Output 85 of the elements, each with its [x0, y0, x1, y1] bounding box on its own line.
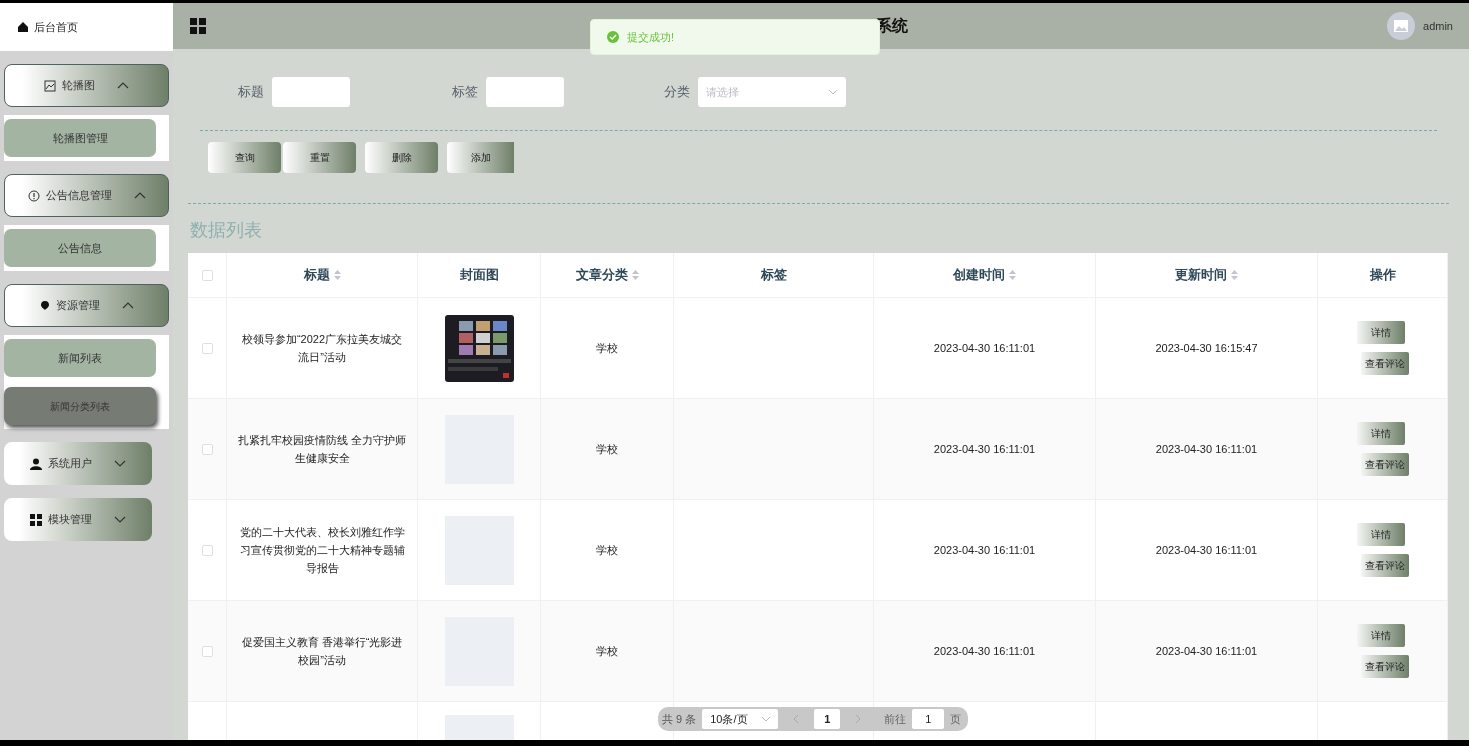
action-button[interactable]: 删除 [365, 142, 438, 173]
row-checkbox[interactable] [201, 645, 213, 657]
filter-label: 标题 [238, 83, 264, 102]
page-size-select[interactable]: 10条/页 [702, 709, 779, 729]
sort-icon[interactable] [1231, 270, 1238, 280]
info-icon [27, 189, 40, 202]
select-all-checkbox[interactable] [201, 269, 213, 281]
row-checkbox[interactable] [201, 544, 213, 556]
success-icon [607, 31, 619, 43]
comments-button[interactable]: 查看评论 [1360, 655, 1409, 678]
avatar[interactable] [1387, 12, 1416, 40]
sort-icon[interactable] [631, 270, 639, 280]
submenu-item[interactable]: 新闻列表 [4, 339, 156, 377]
table-cell-text: 校领导参加“2022广东拉美友城交流日”活动 [240, 332, 404, 365]
chevron-down-icon [762, 716, 771, 722]
details-button[interactable]: 详情 [1356, 624, 1405, 647]
goto-label: 前往 [884, 711, 907, 727]
table-cell-text: 促爱国主义教育 香港举行“光影进校园”活动 [240, 635, 404, 668]
column-header[interactable]: 文章分类 [575, 265, 639, 285]
menu-item[interactable]: 模块管理 [4, 498, 152, 541]
table-cell-text: 学校 [596, 542, 618, 558]
table-cell-text: 2023-04-30 16:11:01 [933, 340, 1036, 356]
comments-button[interactable]: 查看评论 [1360, 453, 1409, 476]
table-cell-text: 2023-04-30 16:15:47 [1155, 340, 1258, 356]
column-header: 封面图 [459, 266, 499, 285]
username: admin [1423, 18, 1453, 34]
column-header[interactable]: 标题 [303, 265, 341, 285]
action-button[interactable]: 添加 [447, 142, 514, 173]
column-header: 标签 [760, 266, 787, 285]
chevron-right-icon [855, 715, 861, 723]
menu-item[interactable]: 系统用户 [4, 442, 152, 485]
input-field[interactable] [272, 77, 350, 107]
image-icon [44, 79, 56, 92]
details-button[interactable]: 详情 [1356, 321, 1405, 344]
menu-item[interactable]: 公告信息管理 [4, 174, 169, 217]
sort-icon[interactable] [333, 270, 341, 280]
menu-item[interactable]: 资源管理 [4, 284, 169, 327]
home-icon [18, 22, 28, 32]
action-button[interactable]: 查询 [208, 142, 281, 173]
chevron-left-icon [793, 715, 799, 723]
chevron-up-icon [133, 191, 146, 200]
table-cell-text: 2023-04-30 16:11:01 [933, 542, 1036, 558]
filter-label: 分类 [664, 83, 690, 102]
table-cell-text: 学校 [596, 643, 618, 659]
table-cell-text: 2023-04-30 16:11:01 [1155, 542, 1258, 558]
table-cell-text: 扎紧扎牢校园疫情防线 全力守护师生健康安全 [237, 433, 407, 466]
chevron-down-icon [114, 515, 126, 524]
chevron-up-icon [117, 81, 129, 90]
submenu-item[interactable]: 公告信息 [4, 229, 156, 267]
chevron-down-icon [828, 89, 838, 95]
table-cell-text: 2023-04-30 16:11:01 [933, 643, 1036, 659]
menu-icon [190, 18, 206, 34]
toast-message: 提交成功! [627, 29, 675, 45]
table-cell-text: 2023-04-30 16:11:01 [1155, 643, 1258, 659]
table-cell-text: 学校 [596, 340, 618, 356]
chevron-up-icon [121, 301, 134, 310]
table-cell-text: 2023-04-30 16:11:01 [1155, 441, 1258, 457]
user-icon [30, 457, 42, 470]
comments-button[interactable]: 查看评论 [1360, 554, 1409, 577]
action-button[interactable]: 重置 [283, 142, 356, 173]
pin-icon [39, 300, 50, 311]
column-header: 操作 [1369, 266, 1396, 285]
submenu-item[interactable]: 轮播图管理 [4, 119, 156, 157]
page-suffix: 页 [950, 711, 962, 727]
row-checkbox[interactable] [201, 443, 213, 455]
grid-icon [30, 513, 42, 526]
details-button[interactable]: 详情 [1356, 523, 1405, 546]
sort-icon[interactable] [1009, 270, 1016, 280]
details-button[interactable]: 详情 [1356, 422, 1405, 445]
section-title: 数据列表 [190, 219, 263, 242]
filter-label: 标签 [452, 83, 478, 102]
column-header[interactable]: 创建时间 [953, 265, 1016, 285]
home-link[interactable]: 后台首页 [0, 3, 173, 51]
table-cell-text: 2023-04-30 16:11:01 [933, 441, 1036, 457]
input-field[interactable] [486, 77, 564, 107]
chevron-down-icon [114, 459, 126, 468]
goto-page-field[interactable]: 1 [912, 709, 945, 729]
row-checkbox[interactable] [201, 342, 213, 354]
column-header[interactable]: 更新时间 [1175, 265, 1238, 285]
table-cell-text: 党的二十大代表、校长刘雅红作学习宣传贯彻党的二十大精神专题辅导报告 [238, 525, 406, 576]
current-page[interactable]: 1 [814, 709, 841, 729]
total-count: 共 9 条 [662, 711, 697, 727]
menu-item[interactable]: 轮播图 [4, 64, 169, 107]
comments-button[interactable]: 查看评论 [1360, 352, 1409, 375]
table-cell-text: 学校 [596, 441, 618, 457]
